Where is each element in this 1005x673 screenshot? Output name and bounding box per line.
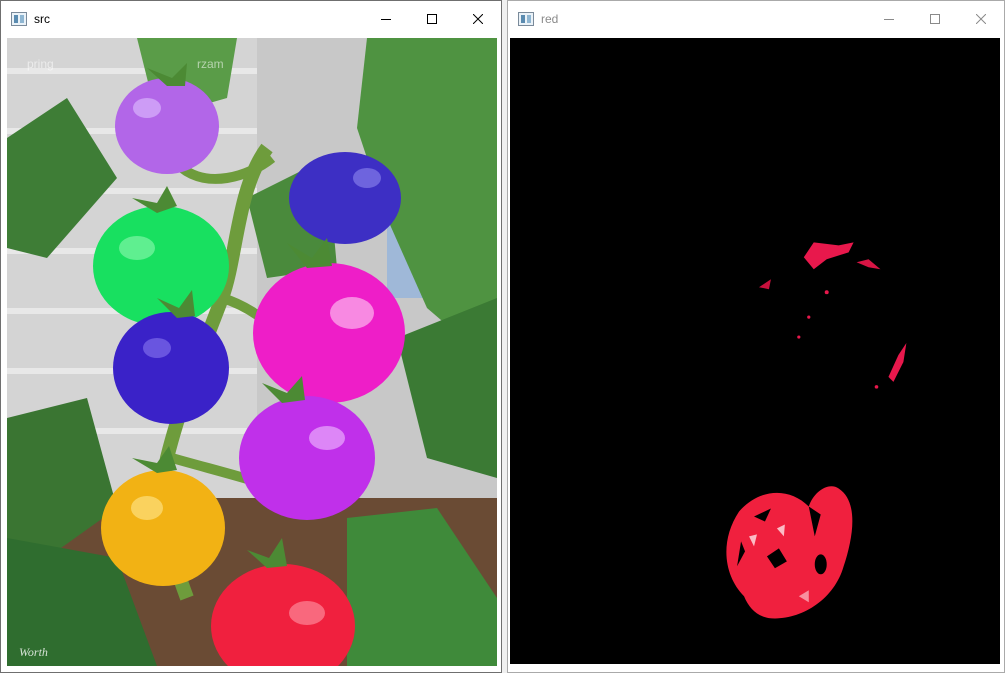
- close-icon: [976, 14, 986, 24]
- minimize-button[interactable]: [866, 1, 912, 37]
- maximize-icon: [427, 14, 437, 24]
- src-image: pring rzam Worth: [7, 38, 497, 666]
- maximize-button[interactable]: [912, 1, 958, 37]
- watermark-text: rzam: [197, 57, 224, 71]
- close-button[interactable]: [958, 1, 1004, 37]
- src-window-title: src: [34, 12, 50, 26]
- watermark-signature: Worth: [19, 645, 48, 659]
- minimize-icon: [884, 19, 894, 20]
- src-titlebar[interactable]: src: [1, 1, 501, 37]
- close-button[interactable]: [455, 1, 501, 37]
- minimize-button[interactable]: [363, 1, 409, 37]
- maximize-button[interactable]: [409, 1, 455, 37]
- close-icon: [473, 14, 483, 24]
- red-window-title: red: [541, 12, 559, 26]
- maximize-icon: [930, 14, 940, 24]
- minimize-icon: [381, 19, 391, 20]
- red-mask-canvas: [510, 38, 1000, 664]
- red-titlebar[interactable]: red: [508, 1, 1004, 37]
- watermark-text: pring: [27, 57, 54, 71]
- src-image-canvas: pring rzam Worth: [7, 38, 497, 666]
- opencv-window-icon: [11, 12, 27, 26]
- red-window: red: [507, 0, 1005, 673]
- src-window: src pring rzam Worth: [0, 0, 502, 673]
- red-mask-image: [510, 38, 1000, 664]
- opencv-window-icon: [518, 12, 534, 26]
